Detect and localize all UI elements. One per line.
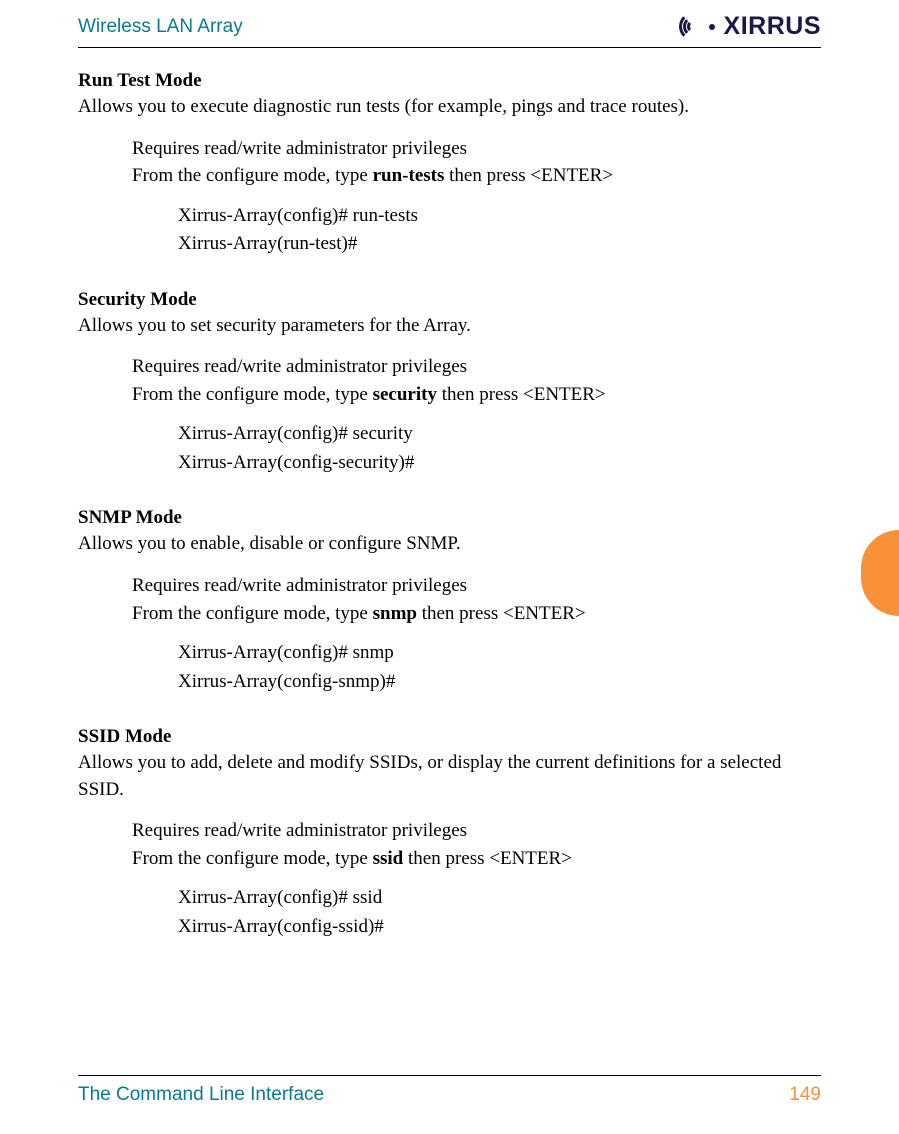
instruction-line: From the configure mode, type ssid then … [132, 845, 821, 873]
cli-line: Xirrus-Array(config-ssid)# [178, 913, 821, 942]
page-header: Wireless LAN Array XIRRUS [78, 12, 821, 48]
cli-example-block: Xirrus-Array(config)# snmp Xirrus-Array(… [178, 639, 821, 696]
instruction-suffix: then press <ENTER> [417, 603, 586, 624]
command-keyword: snmp [373, 603, 417, 624]
requirements-block: Requires read/write administrator privil… [132, 135, 821, 190]
instruction-prefix: From the configure mode, type [132, 384, 373, 405]
section-description: Allows you to enable, disable or configu… [78, 531, 821, 558]
privileges-line: Requires read/write administrator privil… [132, 353, 821, 381]
section-description: Allows you to add, delete and modify SSI… [78, 750, 821, 803]
document-page: Wireless LAN Array XIRRUS Run Test Mode … [0, 0, 899, 1134]
instruction-line: From the configure mode, type snmp then … [132, 600, 821, 628]
section-heading: Run Test Mode [78, 70, 821, 92]
instruction-suffix: then press <ENTER> [437, 384, 606, 405]
section-security-mode: Security Mode Allows you to set security… [78, 289, 821, 478]
cli-example-block: Xirrus-Array(config)# run-tests Xirrus-A… [178, 202, 821, 259]
requirements-block: Requires read/write administrator privil… [132, 572, 821, 627]
section-heading: SNMP Mode [78, 507, 821, 529]
cli-line: Xirrus-Array(config)# ssid [178, 884, 821, 913]
instruction-suffix: then press <ENTER> [403, 848, 572, 869]
cli-line: Xirrus-Array(config)# run-tests [178, 202, 821, 231]
privileges-line: Requires read/write administrator privil… [132, 135, 821, 163]
instruction-suffix: then press <ENTER> [444, 165, 613, 186]
instruction-prefix: From the configure mode, type [132, 848, 373, 869]
section-run-test-mode: Run Test Mode Allows you to execute diag… [78, 70, 821, 259]
section-ssid-mode: SSID Mode Allows you to add, delete and … [78, 726, 821, 941]
command-keyword: run-tests [373, 165, 445, 186]
section-snmp-mode: SNMP Mode Allows you to enable, disable … [78, 507, 821, 696]
page-number: 149 [789, 1084, 821, 1106]
requirements-block: Requires read/write administrator privil… [132, 353, 821, 408]
cli-line: Xirrus-Array(config)# snmp [178, 639, 821, 668]
section-description: Allows you to execute diagnostic run tes… [78, 94, 821, 121]
requirements-block: Requires read/write administrator privil… [132, 817, 821, 872]
command-keyword: security [373, 384, 437, 405]
cli-line: Xirrus-Array(config)# security [178, 420, 821, 449]
cli-example-block: Xirrus-Array(config)# security Xirrus-Ar… [178, 420, 821, 477]
privileges-line: Requires read/write administrator privil… [132, 817, 821, 845]
cli-example-block: Xirrus-Array(config)# ssid Xirrus-Array(… [178, 884, 821, 941]
footer-section-title: The Command Line Interface [78, 1084, 324, 1106]
command-keyword: ssid [373, 848, 404, 869]
instruction-line: From the configure mode, type run-tests … [132, 162, 821, 190]
header-title: Wireless LAN Array [78, 16, 243, 38]
brand-logo: XIRRUS [687, 12, 821, 41]
instruction-line: From the configure mode, type security t… [132, 381, 821, 409]
cli-line: Xirrus-Array(config-security)# [178, 449, 821, 478]
section-heading: Security Mode [78, 289, 821, 311]
section-description: Allows you to set security parameters fo… [78, 313, 821, 340]
privileges-line: Requires read/write administrator privil… [132, 572, 821, 600]
section-heading: SSID Mode [78, 726, 821, 748]
logo-text: XIRRUS [724, 12, 821, 41]
page-footer: The Command Line Interface 149 [78, 1075, 821, 1106]
cli-line: Xirrus-Array(config-snmp)# [178, 668, 821, 697]
cli-line: Xirrus-Array(run-test)# [178, 230, 821, 259]
instruction-prefix: From the configure mode, type [132, 603, 373, 624]
instruction-prefix: From the configure mode, type [132, 165, 373, 186]
wifi-icon [687, 13, 721, 41]
